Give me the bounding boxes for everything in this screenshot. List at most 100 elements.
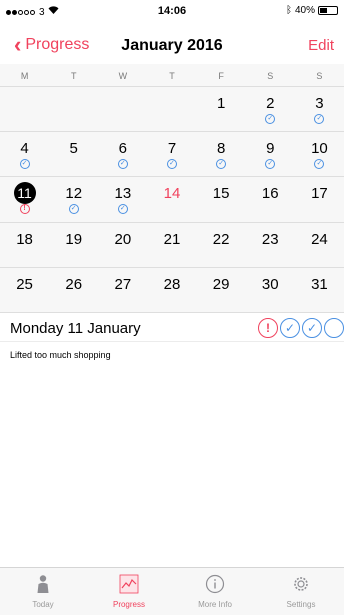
check-circle-icon: ✓ <box>68 204 79 215</box>
weekday-label: T <box>169 71 175 81</box>
check-circle-icon: ✓ <box>265 159 276 170</box>
calendar-grid: 1 2 ✓ 3 ✓ 4 ✓ 5 6 ✓ 7 ✓ 8 ✓ 9 ✓ 10 ✓ 11! 12 ✓ 13 ✓ 14 15 16 17 18 19… <box>0 86 344 312</box>
calendar-day[interactable]: 6 ✓ <box>98 132 147 176</box>
day-number: 20 <box>114 230 132 248</box>
calendar-empty-cell <box>147 87 196 131</box>
gear-icon <box>294 577 308 591</box>
check-circle-icon[interactable]: ✓ <box>302 318 322 338</box>
tab-today[interactable]: Today <box>0 568 86 615</box>
calendar-empty-cell <box>0 87 49 131</box>
day-number: 1 <box>216 95 226 112</box>
tab-label: More Info <box>198 600 232 609</box>
calendar-day[interactable]: 17 <box>295 177 344 221</box>
day-number: 8 <box>216 140 226 158</box>
bluetooth-icon: ᛒ <box>285 5 292 16</box>
calendar-day[interactable]: 10 ✓ <box>295 132 344 176</box>
calendar-day[interactable]: 8 ✓ <box>197 132 246 176</box>
calendar-day[interactable]: 1 <box>197 87 246 131</box>
calendar-day[interactable]: 29 <box>197 268 246 312</box>
warning-circle-icon: ! <box>19 204 30 215</box>
check-circle-icon: ✓ <box>117 159 128 170</box>
day-status-markers: ! ✓ ✓ <box>258 318 344 338</box>
weekday-label: T <box>70 71 77 81</box>
calendar-day[interactable]: 31 <box>295 268 344 312</box>
calendar-day[interactable]: 4 ✓ <box>0 132 49 176</box>
calendar-day[interactable]: 19 <box>49 223 98 267</box>
calendar-day[interactable]: 14 <box>147 177 196 221</box>
edit-button[interactable]: Edit <box>308 37 334 54</box>
calendar-day[interactable]: 24 <box>295 223 344 267</box>
check-circle-icon: ✓ <box>166 159 177 170</box>
check-circle-icon: ✓ <box>314 159 325 170</box>
calendar-day[interactable]: 3 ✓ <box>295 87 344 131</box>
warning-circle-icon[interactable]: ! <box>258 318 278 338</box>
day-number: 5 <box>69 140 78 158</box>
calendar-day[interactable]: 9 ✓ <box>246 132 295 176</box>
tab-more-info[interactable]: More Info <box>172 568 258 615</box>
check-circle-icon: ✓ <box>265 114 276 124</box>
day-number: 6 <box>118 140 128 158</box>
weekday-label: S <box>316 71 323 81</box>
day-number: 28 <box>163 275 181 293</box>
calendar-day[interactable]: 20 <box>98 223 147 267</box>
calendar-day[interactable]: 28 <box>147 268 196 312</box>
calendar-week-row: 25 26 27 28 29 30 31 <box>0 266 344 312</box>
weekday-label: W <box>118 71 128 81</box>
calendar-day[interactable]: 15 <box>197 177 246 221</box>
calendar-day[interactable]: 7 ✓ <box>147 132 196 176</box>
calendar-day[interactable]: 30 <box>246 268 295 312</box>
selected-day-number: 11 <box>13 182 36 205</box>
calendar-week-row: 4 ✓ 5 6 ✓ 7 ✓ 8 ✓ 9 ✓ 10 ✓ <box>0 131 344 176</box>
calendar-day[interactable]: 5 <box>49 132 98 176</box>
navigation-bar: ‹ Progress January 2016 Edit <box>0 28 344 64</box>
calendar-day[interactable]: 25 <box>0 268 49 312</box>
tab-settings[interactable]: Settings <box>258 568 344 615</box>
day-number: 31 <box>311 275 328 293</box>
calendar-day[interactable]: 22 <box>197 223 246 267</box>
selected-day-bar: Monday 11 January ! ✓ ✓ <box>0 312 344 342</box>
calendar-day[interactable]: 13 ✓ <box>98 177 147 221</box>
calendar-empty-cell <box>98 87 147 131</box>
check-circle-icon[interactable]: ✓ <box>280 318 300 338</box>
battery-group: ᛒ 40% <box>286 5 338 16</box>
tab-label: Today <box>32 600 54 609</box>
calendar-day[interactable]: 23 <box>246 223 295 267</box>
calendar-day[interactable]: 26 <box>49 268 98 312</box>
page-title: January 2016 <box>121 37 223 54</box>
day-number: 29 <box>212 275 230 293</box>
tab-progress[interactable]: Progress <box>86 568 172 615</box>
day-number: 24 <box>311 230 328 248</box>
day-number: 12 <box>65 185 83 203</box>
calendar-day[interactable]: 18 <box>0 223 49 267</box>
day-note: Lifted too much shopping <box>10 350 111 360</box>
check-circle-icon: ✓ <box>216 159 227 170</box>
day-number: 25 <box>16 275 33 293</box>
day-number: 14 <box>163 185 181 203</box>
day-number: 21 <box>163 230 181 248</box>
day-number: 18 <box>16 230 33 248</box>
day-number: 22 <box>212 230 230 248</box>
day-number: 23 <box>261 230 279 248</box>
status-bar: 3 14:06 ᛒ 40% <box>0 0 344 22</box>
day-number: 15 <box>212 185 230 203</box>
calendar-day[interactable]: 16 <box>246 177 295 221</box>
check-circle-icon: ✓ <box>314 114 325 124</box>
calendar-day[interactable]: 12 ✓ <box>49 177 98 221</box>
weekday-label: F <box>218 71 224 81</box>
day-number: 27 <box>114 275 132 293</box>
calendar-day[interactable]: 27 <box>98 268 147 312</box>
calendar-day[interactable]: 11! <box>0 177 49 221</box>
day-number: 10 <box>311 140 328 158</box>
empty-circle-icon[interactable] <box>324 318 344 338</box>
calendar-day[interactable]: 2 ✓ <box>246 87 295 131</box>
check-circle-icon: ✓ <box>117 204 128 215</box>
calendar-day[interactable]: 21 <box>147 223 196 267</box>
day-number: 30 <box>261 275 279 293</box>
check-circle-icon: ✓ <box>19 159 30 170</box>
person-icon <box>37 575 49 593</box>
day-number: 19 <box>65 230 83 248</box>
tab-label: Progress <box>112 600 145 609</box>
weekday-label: M <box>20 71 29 81</box>
day-number: 13 <box>114 185 132 203</box>
battery-icon <box>318 6 338 15</box>
